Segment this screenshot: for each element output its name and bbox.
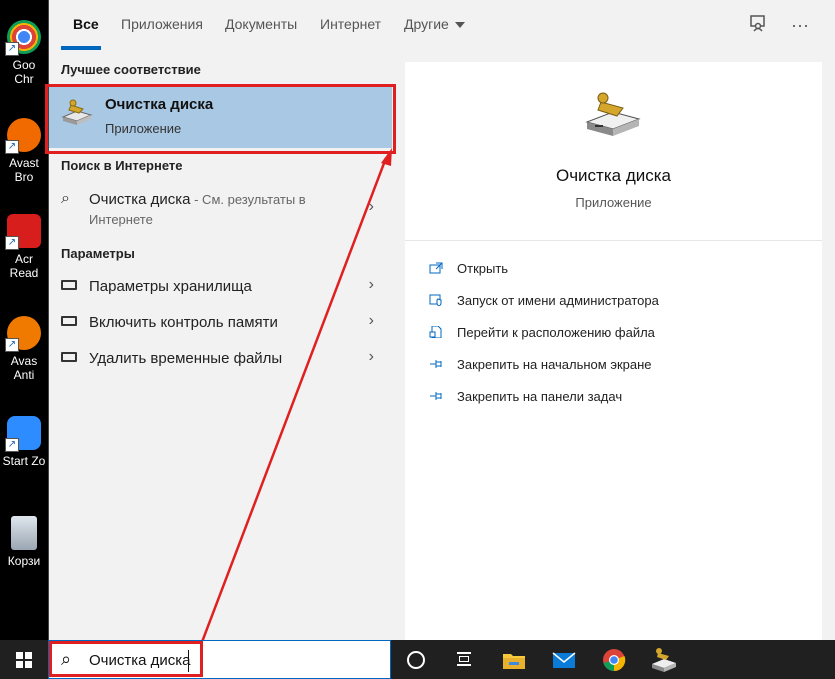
start-button[interactable] — [0, 640, 48, 679]
search-input[interactable]: Очистка диска — [89, 652, 191, 669]
annotation-arrow — [200, 148, 392, 643]
taskbar-search-box[interactable]: ⌕ Очистка диска — [48, 640, 391, 679]
chrome-icon[interactable] — [600, 646, 628, 674]
cortana-icon[interactable] — [407, 651, 425, 669]
disk-cleanup-taskbar-icon[interactable] — [650, 646, 678, 674]
text-caret — [188, 650, 189, 672]
windows-logo-icon — [16, 652, 32, 668]
search-icon: ⌕ — [61, 649, 72, 669]
task-view-icon[interactable] — [455, 650, 473, 668]
file-explorer-icon[interactable] — [500, 646, 528, 674]
mail-icon[interactable] — [550, 646, 578, 674]
taskbar: ⌕ Очистка диска — [0, 640, 835, 679]
